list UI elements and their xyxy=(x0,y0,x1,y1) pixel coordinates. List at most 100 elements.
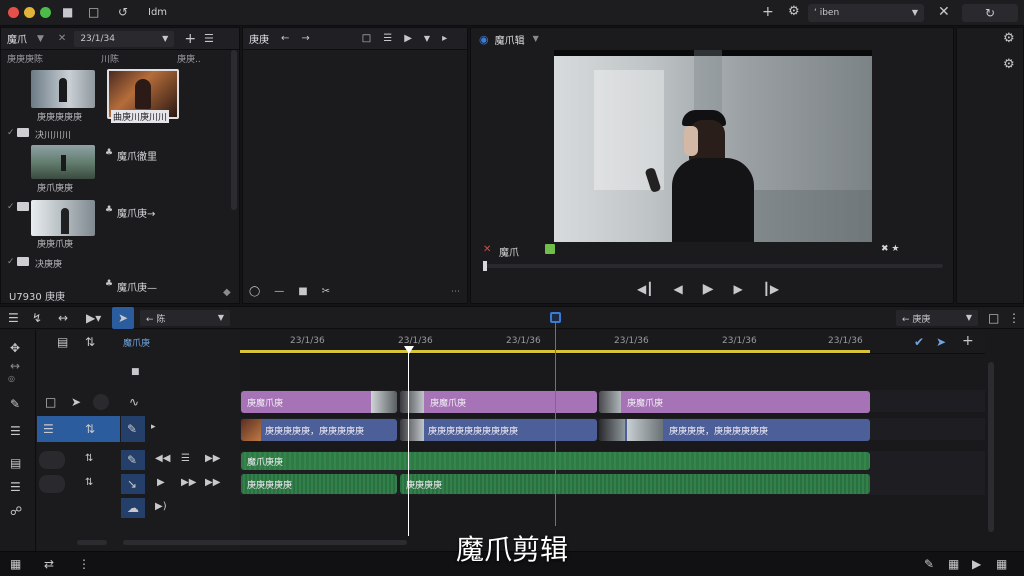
record-button[interactable] xyxy=(93,394,109,410)
fast-forward-icon[interactable]: ▶▶ xyxy=(205,454,220,464)
add-track-icon[interactable]: + xyxy=(962,334,974,348)
pen-track-button[interactable]: ✎ xyxy=(121,450,145,470)
selection-tool-icon[interactable]: ➤ xyxy=(112,307,134,329)
sync-icon[interactable]: ⇅ xyxy=(85,454,93,464)
add-media-icon[interactable]: + xyxy=(184,32,196,46)
adjust-icon[interactable]: ⚙ xyxy=(1003,32,1015,45)
close-clip-icon[interactable]: ✕ xyxy=(483,245,491,255)
media-thumbnail[interactable] xyxy=(31,70,95,108)
fast-forward-icon[interactable]: ▶▶ xyxy=(181,478,196,488)
video-preview[interactable] xyxy=(554,50,872,242)
back-icon[interactable]: ← xyxy=(281,33,289,44)
snap-icon[interactable]: ✔ xyxy=(914,336,924,348)
video-clip[interactable]: 庚魔爪庚 xyxy=(599,391,870,413)
levels-icon[interactable]: ▤ xyxy=(10,457,21,469)
settings-icon[interactable]: ⚙ xyxy=(1003,58,1015,71)
tab-dropdown-icon[interactable]: ▼ xyxy=(37,34,44,44)
play-icon[interactable]: ▶ xyxy=(703,282,714,296)
column-header[interactable]: 庚庚.. xyxy=(177,52,217,65)
magnet-icon[interactable]: ➤ xyxy=(936,336,946,348)
maximize-window-button[interactable] xyxy=(40,7,51,18)
track-header-selected[interactable]: ☰ ⇅ xyxy=(37,416,120,442)
list-icon[interactable]: ☰ xyxy=(383,33,392,44)
arrow-tool-icon[interactable]: ↯ xyxy=(32,312,42,324)
waveform-icon[interactable]: ∿ xyxy=(129,396,139,408)
list-icon[interactable]: ☰ xyxy=(10,425,21,437)
timeline-ruler[interactable] xyxy=(240,330,985,354)
sync-icon[interactable]: ⇅ xyxy=(85,478,93,488)
media-thumbnail[interactable] xyxy=(31,200,95,236)
skip-start-icon[interactable]: ◀┃ xyxy=(637,283,653,295)
move-tool-icon[interactable]: ✥ xyxy=(10,342,20,354)
list-icon[interactable]: ☰ xyxy=(10,481,21,493)
skimmer-line[interactable] xyxy=(555,318,556,526)
zoom-dropdown[interactable]: ← 庚庚 ▼ xyxy=(896,310,978,326)
lock-icon[interactable]: □ xyxy=(988,312,999,324)
edit-track-button[interactable]: ✎ xyxy=(121,416,145,442)
close-icon[interactable]: ✕ xyxy=(938,5,950,19)
link-icon[interactable]: ☍ xyxy=(10,505,22,517)
video-clip[interactable]: 庚魔爪庚 xyxy=(241,391,397,413)
tab-media[interactable]: 魔爪 xyxy=(7,31,27,46)
target-icon[interactable]: ◯ xyxy=(249,287,260,297)
curve-track-button[interactable]: ↘ xyxy=(121,474,145,494)
refresh-button[interactable]: ↻ xyxy=(962,4,1018,22)
date-dropdown[interactable]: 23/1/34 ▼ xyxy=(74,30,175,47)
play-tool-icon[interactable]: ▶▾ xyxy=(86,312,101,324)
tag-icon[interactable]: ➤ xyxy=(71,396,81,408)
square-icon[interactable]: ■ xyxy=(131,368,140,377)
check-icon[interactable]: ✓ xyxy=(7,129,15,138)
blade-tool-icon[interactable]: ✎ xyxy=(10,398,20,410)
crop-icon[interactable]: □ xyxy=(45,396,56,408)
next-icon[interactable]: ▸ xyxy=(442,33,447,44)
media-thumbnail[interactable] xyxy=(31,145,95,179)
ellipsis-icon[interactable]: ⋮ xyxy=(1008,312,1020,324)
chevron-down-icon[interactable]: ▼ xyxy=(424,34,430,43)
video-clip[interactable]: 庚魔爪庚 xyxy=(400,391,597,413)
minimize-window-button[interactable] xyxy=(24,7,35,18)
tab-effects[interactable]: 庚庚 xyxy=(249,31,269,46)
close-window-button[interactable] xyxy=(8,7,19,18)
fast-forward-icon[interactable]: ▶▶ xyxy=(205,478,220,488)
step-forward-icon[interactable]: ▶ xyxy=(733,283,742,295)
mute-toggle[interactable] xyxy=(39,451,65,469)
edit-mode-dropdown[interactable]: ← 陈 ▼ xyxy=(140,310,230,326)
menu-icon[interactable]: ⋯ xyxy=(451,288,460,297)
playhead-handle[interactable] xyxy=(404,346,414,354)
forward-icon[interactable]: → xyxy=(301,33,309,44)
square-icon[interactable]: ■ xyxy=(298,287,307,297)
check-icon[interactable]: ✓ xyxy=(7,258,15,267)
range-tool-icon[interactable]: ↔ xyxy=(58,312,68,324)
settings-icon[interactable]: ⚙ xyxy=(788,5,800,18)
search-dropdown[interactable]: ‘ iben ▼ xyxy=(808,4,924,22)
audio-clip[interactable]: 庚庚庚庚 xyxy=(400,474,870,494)
undo-icon[interactable]: ↺ xyxy=(118,6,128,18)
menu-icon[interactable]: ☰ xyxy=(8,312,19,324)
play-icon[interactable]: ▶ xyxy=(404,33,412,44)
skimmer-handle[interactable] xyxy=(550,312,561,323)
play-icon[interactable]: ▶ xyxy=(157,478,165,488)
add-icon[interactable]: + xyxy=(762,5,774,19)
skip-end-icon[interactable]: ┃▶ xyxy=(763,283,779,295)
media-scrollbar[interactable] xyxy=(231,50,237,210)
scissors-icon[interactable]: ✂ xyxy=(322,287,330,297)
viewer-scrubber[interactable] xyxy=(483,261,943,271)
minus-icon[interactable]: — xyxy=(274,287,284,297)
timeline-vscrollbar[interactable] xyxy=(988,362,994,532)
chart-icon[interactable]: ■ xyxy=(62,6,73,18)
tab-viewer[interactable]: 魔爪辑 xyxy=(495,32,525,47)
range-icon[interactable]: ↔ xyxy=(10,360,20,372)
audio-track-button[interactable]: ☁ xyxy=(121,498,145,518)
text-clip[interactable]: 庚庚庚庚庚，庚庚庚庚庚 xyxy=(241,419,397,441)
track-icon[interactable]: ▤ xyxy=(57,336,68,348)
step-back-icon[interactable]: ◀ xyxy=(673,283,682,295)
chevron-down-icon[interactable]: ▼ xyxy=(533,35,539,43)
document-icon[interactable]: □ xyxy=(88,6,99,18)
text-clip[interactable]: 庚庚庚庚庚庚庚庚庚庚 xyxy=(400,419,597,441)
crop-icon[interactable]: □ xyxy=(362,33,371,44)
solo-toggle[interactable] xyxy=(39,475,65,493)
diamond-icon[interactable]: ◆ xyxy=(223,288,231,298)
playhead[interactable] xyxy=(408,346,409,536)
volume-icon[interactable]: ▶) xyxy=(155,502,167,512)
chevron-right-icon[interactable]: ▸ xyxy=(151,423,156,432)
